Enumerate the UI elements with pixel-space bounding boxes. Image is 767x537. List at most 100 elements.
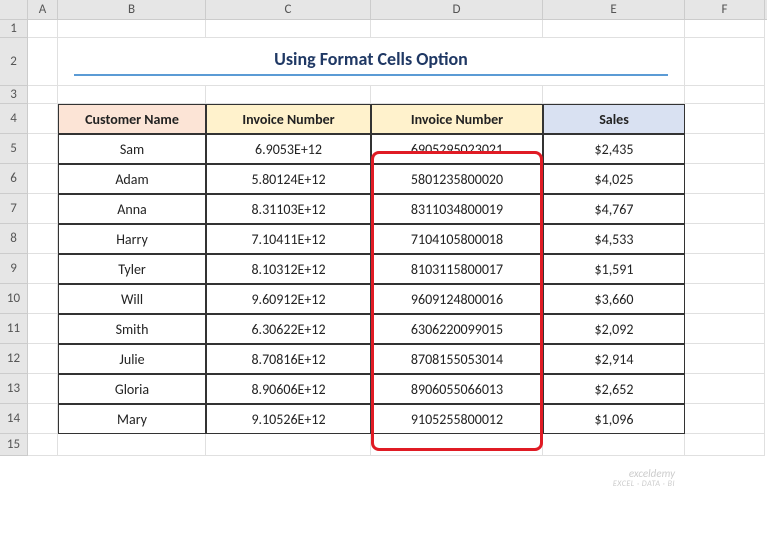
- row-header-13[interactable]: 13: [0, 374, 27, 404]
- cell-a14[interactable]: [28, 404, 58, 434]
- cell-inv-full-7[interactable]: 8311034800019: [371, 194, 543, 224]
- cell-a12[interactable]: [28, 344, 58, 374]
- cell-f11[interactable]: [685, 314, 765, 344]
- row-header-14[interactable]: 14: [0, 404, 27, 434]
- cell-inv-full-5[interactable]: 6905295023021: [371, 134, 543, 164]
- row-header-8[interactable]: 8: [0, 224, 27, 254]
- row-header-12[interactable]: 12: [0, 344, 27, 374]
- row-header-11[interactable]: 11: [0, 314, 27, 344]
- cell-f15[interactable]: [685, 434, 765, 456]
- cell-inv-full-12[interactable]: 8708155053014: [371, 344, 543, 374]
- cell-sales-7[interactable]: $4,767: [543, 194, 685, 224]
- cell-name-7[interactable]: Anna: [58, 194, 206, 224]
- cell-a8[interactable]: [28, 224, 58, 254]
- cell-a1[interactable]: [28, 20, 58, 38]
- col-header-d[interactable]: D: [371, 0, 543, 19]
- cell-name-8[interactable]: Harry: [58, 224, 206, 254]
- title-cell[interactable]: Using Format Cells Option: [58, 38, 685, 86]
- cell-d1[interactable]: [371, 20, 543, 38]
- header-sales[interactable]: Sales: [543, 104, 685, 134]
- cell-name-5[interactable]: Sam: [58, 134, 206, 164]
- cell-name-6[interactable]: Adam: [58, 164, 206, 194]
- header-invoice-full[interactable]: Invoice Number: [371, 104, 543, 134]
- col-header-f[interactable]: F: [685, 0, 765, 19]
- cell-name-10[interactable]: Will: [58, 284, 206, 314]
- cell-d15[interactable]: [371, 434, 543, 456]
- cell-a10[interactable]: [28, 284, 58, 314]
- cell-f7[interactable]: [685, 194, 765, 224]
- cell-f12[interactable]: [685, 344, 765, 374]
- cell-c15[interactable]: [206, 434, 371, 456]
- cell-inv-full-9[interactable]: 8103115800017: [371, 254, 543, 284]
- cell-f13[interactable]: [685, 374, 765, 404]
- header-customer-name[interactable]: Customer Name: [58, 104, 206, 134]
- cell-f4[interactable]: [685, 104, 765, 134]
- cell-e3[interactable]: [543, 86, 685, 104]
- cell-name-13[interactable]: Gloria: [58, 374, 206, 404]
- row-header-2[interactable]: 2: [0, 38, 27, 86]
- cell-inv-sci-8[interactable]: 7.10411E+12: [206, 224, 371, 254]
- row-header-10[interactable]: 10: [0, 284, 27, 314]
- cell-f2[interactable]: [685, 38, 765, 86]
- cell-b15[interactable]: [58, 434, 206, 456]
- cell-name-11[interactable]: Smith: [58, 314, 206, 344]
- cell-inv-full-8[interactable]: 7104105800018: [371, 224, 543, 254]
- cell-inv-sci-5[interactable]: 6.9053E+12: [206, 134, 371, 164]
- col-header-c[interactable]: C: [206, 0, 371, 19]
- cell-f1[interactable]: [685, 20, 765, 38]
- cell-a4[interactable]: [28, 104, 58, 134]
- col-header-b[interactable]: B: [58, 0, 206, 19]
- cell-sales-10[interactable]: $3,660: [543, 284, 685, 314]
- cell-a11[interactable]: [28, 314, 58, 344]
- cell-a15[interactable]: [28, 434, 58, 456]
- cell-name-12[interactable]: Julie: [58, 344, 206, 374]
- cell-c1[interactable]: [206, 20, 371, 38]
- cell-f9[interactable]: [685, 254, 765, 284]
- row-header-1[interactable]: 1: [0, 20, 27, 38]
- cell-a5[interactable]: [28, 134, 58, 164]
- cell-sales-11[interactable]: $2,092: [543, 314, 685, 344]
- cell-inv-full-10[interactable]: 9609124800016: [371, 284, 543, 314]
- col-header-e[interactable]: E: [543, 0, 685, 19]
- cell-f5[interactable]: [685, 134, 765, 164]
- cell-sales-6[interactable]: $4,025: [543, 164, 685, 194]
- cell-a3[interactable]: [28, 86, 58, 104]
- header-invoice-sci[interactable]: Invoice Number: [206, 104, 371, 134]
- row-header-3[interactable]: 3: [0, 86, 27, 104]
- cell-name-14[interactable]: Mary: [58, 404, 206, 434]
- cell-b1[interactable]: [58, 20, 206, 38]
- cell-inv-full-13[interactable]: 8906055066013: [371, 374, 543, 404]
- cell-a9[interactable]: [28, 254, 58, 284]
- cell-f8[interactable]: [685, 224, 765, 254]
- cell-sales-5[interactable]: $2,435: [543, 134, 685, 164]
- row-header-6[interactable]: 6: [0, 164, 27, 194]
- cell-inv-sci-7[interactable]: 8.31103E+12: [206, 194, 371, 224]
- col-header-a[interactable]: A: [28, 0, 58, 19]
- cell-e1[interactable]: [543, 20, 685, 38]
- cell-sales-14[interactable]: $1,096: [543, 404, 685, 434]
- cell-f6[interactable]: [685, 164, 765, 194]
- cell-inv-full-11[interactable]: 6306220099015: [371, 314, 543, 344]
- cell-f3[interactable]: [685, 86, 765, 104]
- cell-b3[interactable]: [58, 86, 206, 104]
- cell-f14[interactable]: [685, 404, 765, 434]
- row-header-9[interactable]: 9: [0, 254, 27, 284]
- cell-sales-13[interactable]: $2,652: [543, 374, 685, 404]
- cell-sales-12[interactable]: $2,914: [543, 344, 685, 374]
- cell-name-9[interactable]: Tyler: [58, 254, 206, 284]
- row-header-4[interactable]: 4: [0, 104, 27, 134]
- cell-inv-sci-13[interactable]: 8.90606E+12: [206, 374, 371, 404]
- row-header-5[interactable]: 5: [0, 134, 27, 164]
- cell-a7[interactable]: [28, 194, 58, 224]
- cell-a6[interactable]: [28, 164, 58, 194]
- select-all-corner[interactable]: [0, 0, 28, 20]
- cell-sales-8[interactable]: $4,533: [543, 224, 685, 254]
- cell-inv-full-14[interactable]: 9105255800012: [371, 404, 543, 434]
- row-header-15[interactable]: 15: [0, 434, 27, 456]
- cell-inv-sci-11[interactable]: 6.30622E+12: [206, 314, 371, 344]
- cell-inv-full-6[interactable]: 5801235800020: [371, 164, 543, 194]
- cell-inv-sci-10[interactable]: 9.60912E+12: [206, 284, 371, 314]
- cell-inv-sci-12[interactable]: 8.70816E+12: [206, 344, 371, 374]
- row-header-7[interactable]: 7: [0, 194, 27, 224]
- cell-d3[interactable]: [371, 86, 543, 104]
